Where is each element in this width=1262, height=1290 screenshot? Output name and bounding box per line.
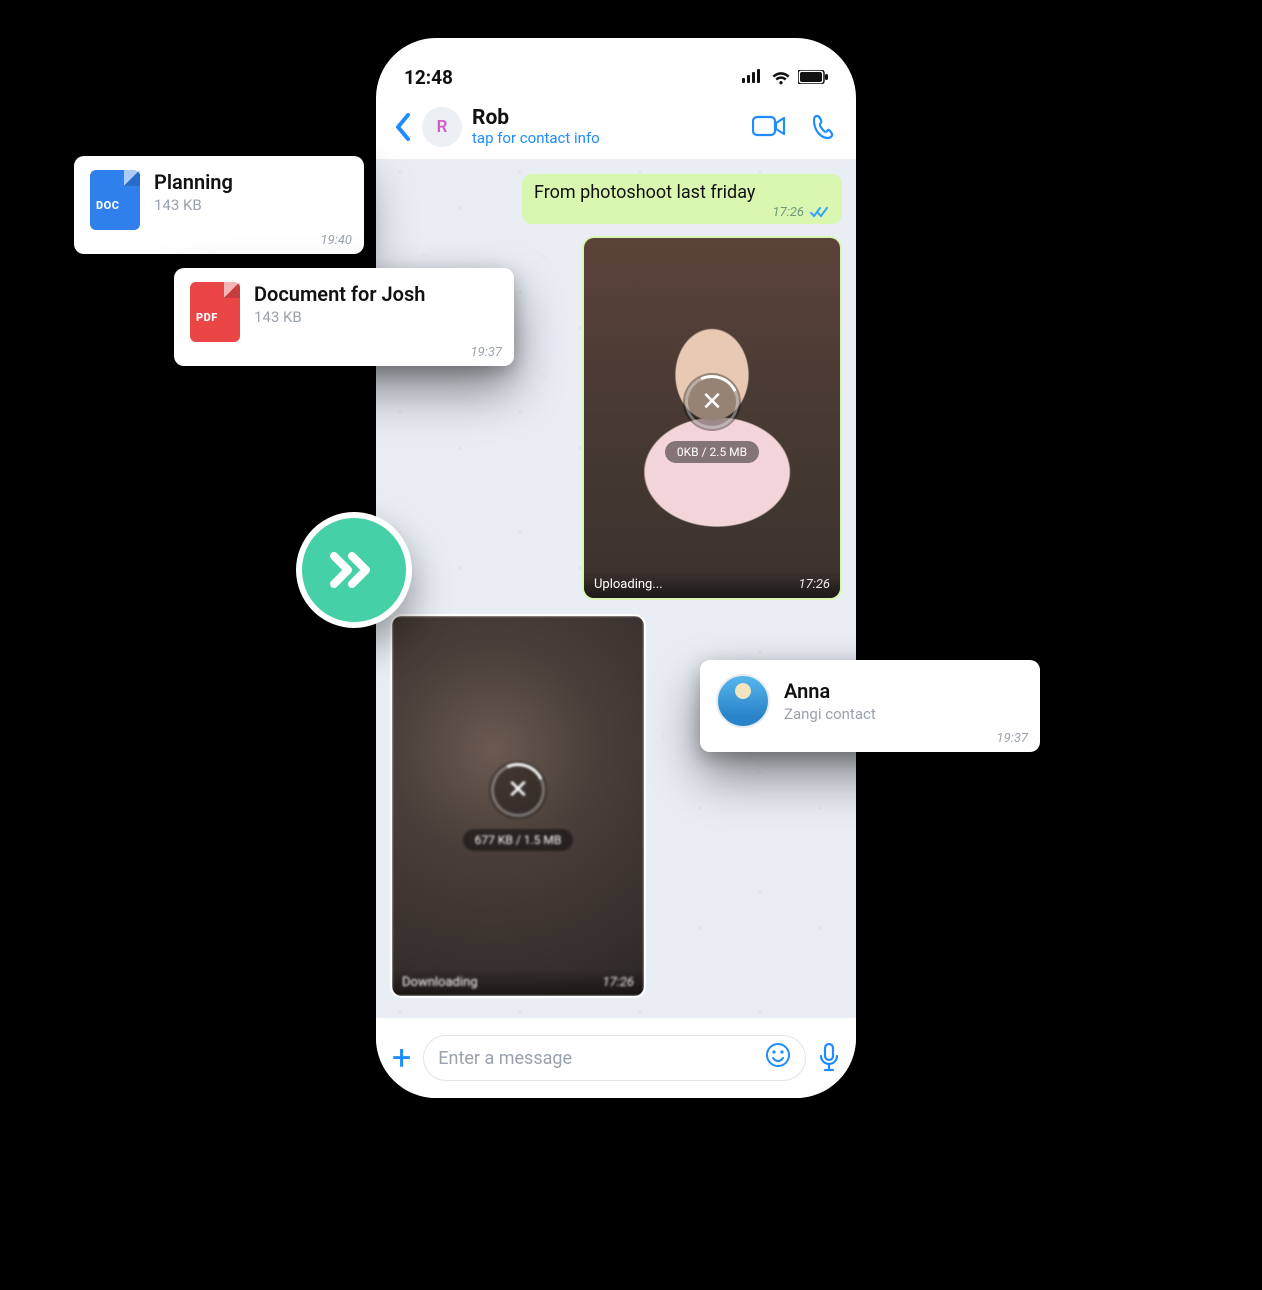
- close-icon: ✕: [507, 777, 529, 803]
- cellular-icon: [742, 67, 764, 88]
- message-input[interactable]: Enter a message: [423, 1035, 806, 1081]
- message-time: 17:26: [773, 205, 804, 220]
- close-icon: ✕: [701, 389, 723, 415]
- download-progress: 677 KB / 1.5 MB: [463, 829, 574, 851]
- attachment-title: Document for Josh: [254, 282, 498, 306]
- pdf-file-icon: PDF: [190, 282, 240, 342]
- phone-frame: 12:48 R Rob tap for contact info: [376, 38, 856, 1098]
- contact-name: Rob: [472, 107, 742, 130]
- attachment-card-doc[interactable]: DOC Planning 143 KB 19:40: [74, 156, 364, 254]
- message-time: 17:26: [603, 975, 634, 990]
- attachment-title: Planning: [154, 170, 348, 194]
- contact-subtitle: Zangi contact: [784, 705, 1024, 723]
- incoming-media-message[interactable]: ✕ 677 KB / 1.5 MB Downloading 17:26: [390, 614, 646, 998]
- attachment-time: 19:37: [471, 345, 502, 360]
- video-call-button[interactable]: [752, 114, 786, 140]
- attachment-card-pdf[interactable]: PDF Document for Josh 143 KB 19:37: [174, 268, 514, 366]
- media-thumbnail: ✕ 0KB / 2.5 MB Uploading... 17:26: [584, 238, 840, 598]
- forward-icon: [326, 548, 382, 592]
- contact-titles[interactable]: Rob tap for contact info: [472, 107, 742, 147]
- contact-avatar: [716, 674, 770, 728]
- outgoing-media-message[interactable]: ✕ 0KB / 2.5 MB Uploading... 17:26: [582, 236, 842, 600]
- attachment-time: 19:40: [321, 233, 352, 248]
- contact-name: Anna: [784, 679, 1024, 703]
- message-time: 17:26: [799, 577, 830, 592]
- chat-header: R Rob tap for contact info: [376, 94, 856, 160]
- outgoing-text-message[interactable]: From photoshoot last friday 17:26: [522, 174, 842, 224]
- voice-call-button[interactable]: [812, 114, 838, 140]
- upload-status-label: Uploading...: [594, 577, 663, 592]
- cancel-upload-button[interactable]: ✕: [683, 373, 741, 431]
- download-status-label: Downloading: [402, 975, 478, 990]
- contact-subtitle: tap for contact info: [472, 130, 742, 147]
- upload-progress: 0KB / 2.5 MB: [665, 441, 759, 463]
- attachment-size: 143 KB: [154, 196, 348, 214]
- status-bar: 12:48: [376, 38, 856, 94]
- read-receipt-icon: [810, 207, 830, 219]
- contact-avatar[interactable]: R: [422, 107, 462, 147]
- clock: 12:48: [404, 66, 453, 89]
- wifi-icon: [770, 69, 792, 85]
- message-input-placeholder: Enter a message: [438, 1048, 755, 1069]
- contact-time: 19:37: [997, 731, 1028, 746]
- back-button[interactable]: [394, 112, 412, 142]
- voice-message-button[interactable]: [818, 1043, 840, 1073]
- message-text: From photoshoot last friday: [534, 182, 830, 203]
- media-thumbnail: ✕ 677 KB / 1.5 MB Downloading 17:26: [392, 616, 644, 996]
- attach-button[interactable]: +: [392, 1041, 411, 1075]
- cancel-download-button[interactable]: ✕: [489, 761, 547, 819]
- status-icons: [742, 67, 828, 88]
- attachment-size: 143 KB: [254, 308, 498, 326]
- message-composer: + Enter a message: [376, 1018, 856, 1098]
- battery-icon: [798, 70, 828, 84]
- forward-button[interactable]: [296, 512, 412, 628]
- emoji-button[interactable]: [765, 1042, 791, 1074]
- contact-share-card[interactable]: Anna Zangi contact 19:37: [700, 660, 1040, 752]
- doc-file-icon: DOC: [90, 170, 140, 230]
